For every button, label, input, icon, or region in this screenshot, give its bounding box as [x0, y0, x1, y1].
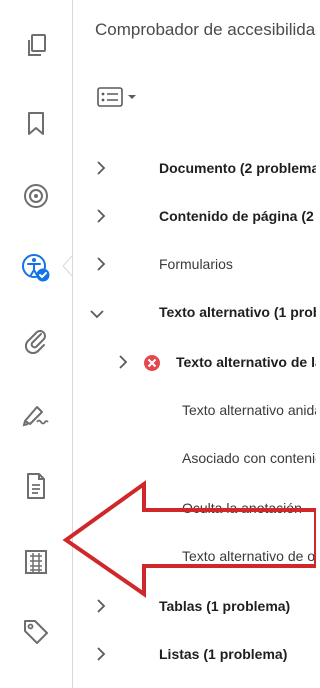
- active-panel-pointer: [62, 256, 72, 276]
- tree-row-label: Documento (2 problemas): [159, 160, 316, 176]
- bookmark-icon[interactable]: [0, 104, 72, 144]
- signature-pen-icon[interactable]: [0, 394, 72, 434]
- tree-row-otros-elementos[interactable]: Texto alternativo de otros elementos: [73, 542, 316, 572]
- chevron-right-icon[interactable]: [93, 160, 109, 176]
- panel-title: Comprobador de accesibilidad: [95, 20, 316, 39]
- chevron-right-icon[interactable]: [93, 646, 109, 662]
- left-tool-rail: [0, 0, 73, 688]
- tree-row-label: Listas (1 problema): [159, 646, 288, 662]
- content-reorder-icon[interactable]: [0, 542, 72, 582]
- chevron-right-icon[interactable]: [93, 598, 109, 614]
- document-icon[interactable]: [0, 466, 72, 506]
- tree-row-label: Asociado con contenido: [182, 450, 316, 466]
- tree-row-oculta[interactable]: Oculta la anotación: [73, 494, 316, 524]
- tree-row-label: Texto alternativo anidado: [182, 402, 316, 418]
- tree-row-label: Texto alternativo de la figura: [176, 354, 316, 370]
- tree-row-documento[interactable]: Documento (2 problemas): [73, 154, 316, 184]
- list-options-icon: [97, 87, 123, 107]
- chevron-down-icon[interactable]: [89, 306, 105, 322]
- error-status-icon: [144, 355, 160, 371]
- tree-row-texto-alternativo-figura[interactable]: Texto alternativo de la figura: [73, 348, 316, 378]
- tree-row-label: Formularios: [159, 256, 233, 272]
- tag-icon[interactable]: [0, 612, 72, 652]
- tree-row-contenido[interactable]: Contenido de página (2 problemas): [73, 202, 316, 232]
- chevron-right-icon[interactable]: [93, 208, 109, 224]
- tree-row-tablas[interactable]: Tablas (1 problema): [73, 592, 316, 622]
- chevron-right-icon[interactable]: [93, 256, 109, 272]
- attachment-icon[interactable]: [0, 320, 72, 360]
- tree-row-label: Texto alternativo (1 problema): [159, 304, 316, 320]
- pages-icon[interactable]: [0, 26, 72, 66]
- chevron-right-icon[interactable]: [115, 354, 131, 370]
- tree-row-listas[interactable]: Listas (1 problema): [73, 640, 316, 670]
- tree-row-formularios[interactable]: Formularios: [73, 250, 316, 280]
- tree-row-label: Oculta la anotación: [182, 500, 302, 516]
- tree-row-label: Texto alternativo de otros elementos: [182, 548, 316, 564]
- tree-row-label: Tablas (1 problema): [159, 598, 291, 614]
- tree-row-label: Contenido de página (2 problemas): [159, 208, 316, 224]
- tree-row-texto-alternativo[interactable]: Texto alternativo (1 problema): [73, 298, 316, 328]
- target-icon[interactable]: [0, 176, 72, 216]
- accessibility-checker-panel: Comprobador de accesibilidad Documento (…: [73, 0, 316, 688]
- options-menu-button[interactable]: [97, 84, 149, 110]
- tree-row-anidado[interactable]: Texto alternativo anidado: [73, 396, 316, 426]
- chevron-down-icon: [128, 95, 136, 99]
- tree-row-asociado[interactable]: Asociado con contenido: [73, 444, 316, 474]
